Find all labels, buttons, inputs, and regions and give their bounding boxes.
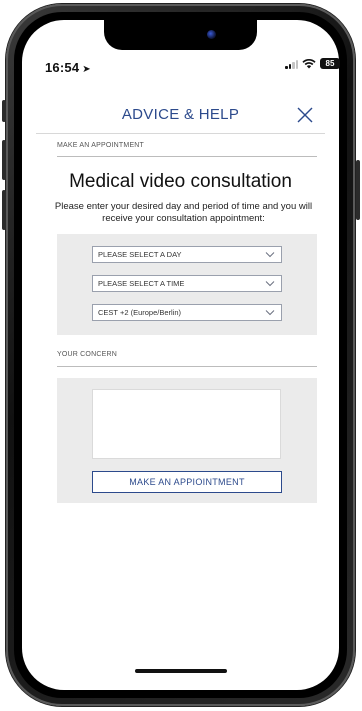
status-time-text: 16:54 [45,60,80,75]
close-icon[interactable] [294,104,316,126]
concern-section-label: YOUR CONCERN [57,351,117,358]
appointment-section-divider [57,156,317,157]
page-title: ADVICE & HELP [121,106,240,123]
concern-textarea[interactable] [92,389,281,459]
home-indicator[interactable] [135,669,227,673]
header: ADVICE & HELP [22,100,339,134]
chevron-down-icon [265,252,275,258]
device-mockup: 16:54 ➤ 85 ADVICE & HELP MAKE AN APPOINTM… [0,0,362,711]
consultation-intro: Please enter your desired day and period… [54,201,313,224]
side-button [2,100,6,122]
status-icons: 85 [285,58,340,69]
wifi-icon [302,58,316,69]
timezone-select-value: CEST +2 (Europe/Berlin) [98,308,182,317]
time-select[interactable]: PLEASE SELECT A TIME [92,275,282,292]
notch [104,20,257,50]
time-select-value: PLEASE SELECT A TIME [98,279,185,288]
day-select[interactable]: PLEASE SELECT A DAY [92,246,282,263]
status-time: 16:54 ➤ [45,60,91,75]
chevron-down-icon [265,310,275,316]
consultation-title: Medical video consultation [69,171,292,192]
day-select-value: PLEASE SELECT A DAY [98,250,182,259]
volume-up-button [2,140,6,180]
camera-icon [207,30,216,39]
appointment-section-label: MAKE AN APPOINTMENT [57,142,145,149]
volume-down-button [2,190,6,230]
timezone-select[interactable]: CEST +2 (Europe/Berlin) [92,304,282,321]
power-button [356,160,360,220]
battery-icon: 85 [320,58,340,69]
chevron-down-icon [265,281,275,287]
cellular-signal-icon [285,59,298,69]
concern-section-divider [57,366,317,367]
make-appointment-button[interactable]: MAKE AN APPIOINTMENT [92,471,282,493]
location-arrow-icon: ➤ [82,64,91,75]
header-divider [36,133,325,134]
